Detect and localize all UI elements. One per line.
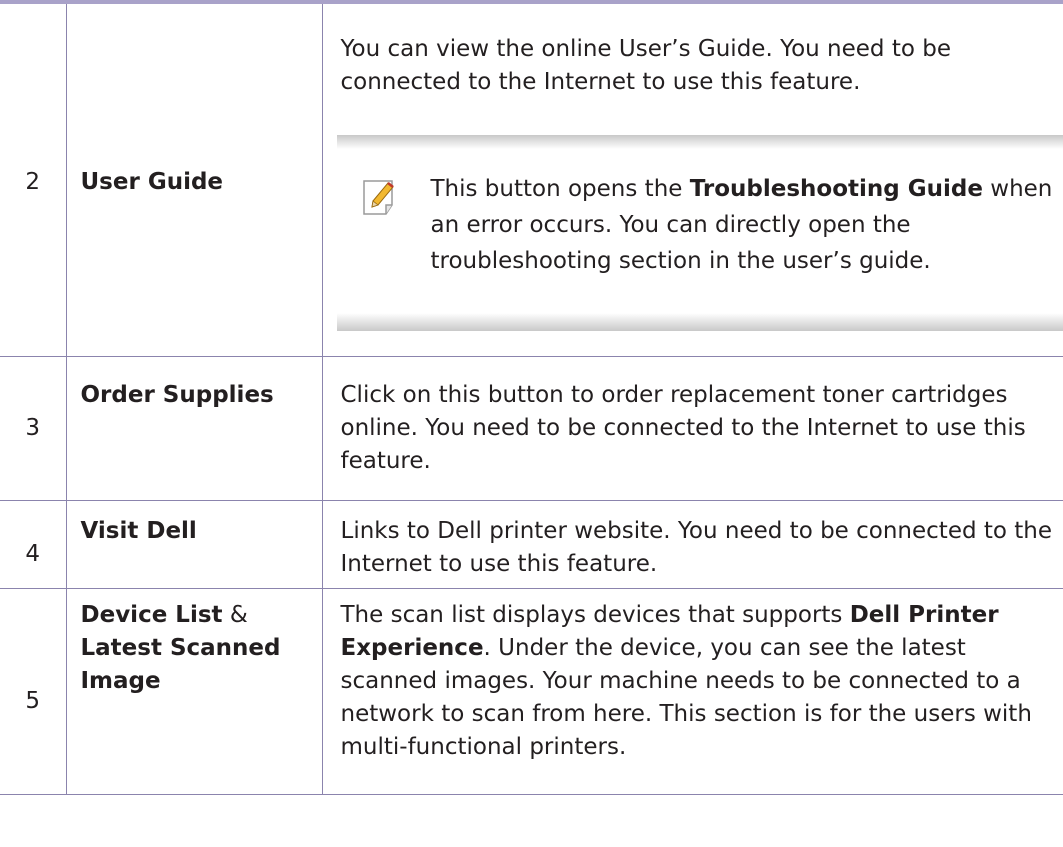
table-row: 2 User Guide You can view the online Use… [0, 4, 1063, 357]
note-box: This button opens the Troubleshooting Gu… [336, 135, 1063, 332]
feature-description: Links to Dell printer website. You need … [322, 500, 1063, 589]
table-row: 3 Order Supplies Click on this button to… [0, 356, 1063, 501]
note-pencil-icon [362, 180, 394, 215]
note-text: This button opens the Troubleshooting Gu… [431, 171, 1061, 279]
feature-name-part: Device List [80, 601, 223, 628]
row-number: 3 [0, 356, 67, 501]
feature-name: Device List & Latest Scanned Image [66, 588, 323, 795]
row-number: 2 [0, 4, 67, 357]
feature-table: 2 User Guide You can view the online Use… [0, 4, 1063, 795]
ampersand: & [222, 601, 248, 628]
feature-description: The scan list displays devices that supp… [322, 588, 1063, 795]
feature-description: You can view the online User’s Guide. Yo… [322, 4, 1063, 357]
feature-description: Click on this button to order replacemen… [322, 356, 1063, 501]
row-number: 4 [0, 500, 67, 589]
feature-name-part: Latest Scanned Image [80, 634, 281, 694]
description-text: You can view the online User’s Guide. Yo… [340, 36, 951, 96]
feature-name: Visit Dell [66, 500, 323, 589]
note-bold-text: Troubleshooting Guide [689, 176, 983, 203]
table-row: 5 Device List & Latest Scanned Image The… [0, 588, 1063, 795]
table-row: 4 Visit Dell Links to Dell printer websi… [0, 500, 1063, 589]
row-number: 5 [0, 588, 67, 795]
description-text: The scan list displays devices that supp… [340, 601, 850, 628]
feature-name: Order Supplies [66, 356, 323, 501]
note-text-part: This button opens the [430, 176, 690, 203]
feature-name: User Guide [66, 4, 323, 357]
